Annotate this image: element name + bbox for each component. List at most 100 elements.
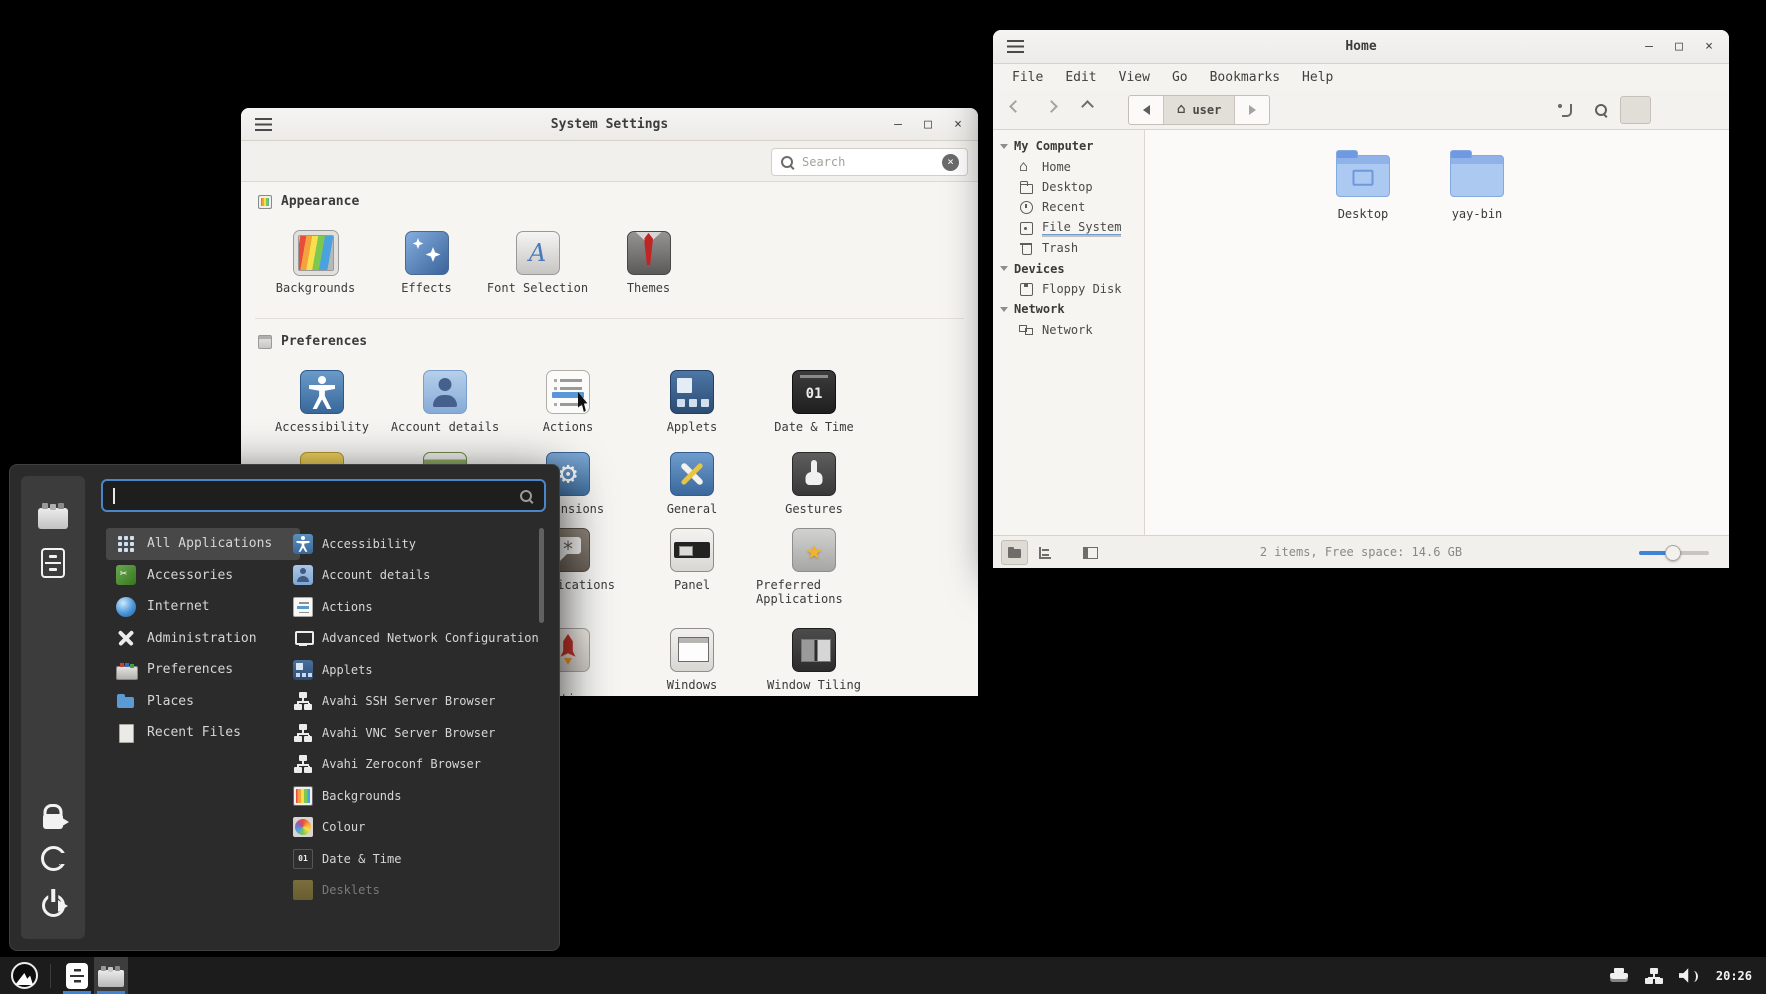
settings-category-item[interactable]: Applets bbox=[634, 370, 750, 434]
sidebar-item[interactable]: Desktop bbox=[993, 177, 1144, 197]
search-button[interactable] bbox=[1585, 96, 1616, 124]
zoom-slider-knob[interactable] bbox=[1665, 545, 1681, 561]
window-control-button[interactable]: – bbox=[890, 117, 906, 132]
menubar-item[interactable]: Bookmarks bbox=[1199, 64, 1291, 90]
settings-window-title: System Settings bbox=[241, 117, 978, 132]
menu-app-item[interactable]: Desklets bbox=[293, 875, 539, 907]
tray-icon[interactable] bbox=[1644, 967, 1664, 985]
text-cursor bbox=[113, 488, 115, 504]
window-control-button[interactable]: – bbox=[1641, 39, 1657, 54]
hamburger-menu-icon[interactable] bbox=[1007, 40, 1024, 53]
sidebar-item[interactable]: Network bbox=[993, 299, 1144, 319]
settings-category-item[interactable]: Font Selection bbox=[482, 231, 593, 295]
clear-search-icon[interactable]: × bbox=[942, 154, 959, 171]
breadcrumb-right-icon[interactable] bbox=[1235, 96, 1269, 124]
menu-app-item[interactable]: Avahi VNC Server Browser bbox=[293, 717, 539, 749]
menu-search-input[interactable] bbox=[101, 479, 546, 512]
app-label: Avahi Zeroconf Browser bbox=[322, 757, 481, 771]
menubar-item[interactable]: Go bbox=[1161, 64, 1199, 90]
hamburger-menu-icon[interactable] bbox=[255, 118, 272, 131]
breadcrumb-left-icon[interactable] bbox=[1129, 96, 1163, 124]
session-button-icon[interactable] bbox=[42, 894, 65, 917]
settings-category-item[interactable]: Windows bbox=[634, 628, 750, 692]
menu-applications: Accessibility Account details Actions Ad… bbox=[293, 528, 539, 906]
sidebar-item-label: Devices bbox=[1014, 262, 1065, 276]
settings-category-item[interactable]: Backgrounds bbox=[260, 231, 371, 295]
window-control-button[interactable]: × bbox=[950, 117, 966, 132]
files-content-area[interactable]: Desktop yay-bin bbox=[1145, 130, 1729, 535]
settings-category-item[interactable]: Gestures bbox=[756, 452, 872, 516]
settings-category-item[interactable]: Actions bbox=[510, 370, 626, 434]
list-view-button[interactable] bbox=[1655, 96, 1686, 124]
settings-category-item[interactable]: Account details bbox=[387, 370, 503, 434]
settings-category-item[interactable]: Preferred Applications bbox=[756, 528, 872, 606]
menu-category-item[interactable]: Internet bbox=[106, 591, 300, 623]
clock[interactable]: 20:26 bbox=[1716, 969, 1752, 983]
back-button[interactable] bbox=[1011, 100, 1020, 114]
menubar-item[interactable]: View bbox=[1108, 64, 1161, 90]
menu-app-item[interactable]: Account details bbox=[293, 560, 539, 592]
window-control-button[interactable]: □ bbox=[1671, 39, 1687, 54]
taskbar-app-button[interactable] bbox=[60, 957, 94, 994]
sidebar-item[interactable]: Recent bbox=[993, 197, 1144, 217]
menu-category-item[interactable]: Recent Files bbox=[106, 717, 300, 749]
favorite-app-icon[interactable] bbox=[41, 548, 65, 578]
menu-app-item[interactable]: Accessibility bbox=[293, 528, 539, 560]
menu-app-item[interactable]: Colour bbox=[293, 812, 539, 844]
application-menu: All Applications Accessories Internet Ad… bbox=[9, 464, 560, 951]
menu-app-item[interactable]: Backgrounds bbox=[293, 780, 539, 812]
sidebar-item[interactable]: My Computer bbox=[993, 136, 1144, 156]
session-button-icon[interactable] bbox=[41, 846, 66, 871]
menu-app-item[interactable]: Advanced Network Configuration bbox=[293, 623, 539, 655]
menu-app-item[interactable]: Date & Time bbox=[293, 843, 539, 875]
file-item[interactable]: yay-bin bbox=[1432, 150, 1522, 221]
menubar-item[interactable]: Edit bbox=[1054, 64, 1107, 90]
settings-category-item[interactable]: Themes bbox=[593, 231, 704, 295]
app-icon bbox=[293, 660, 313, 680]
window-control-button[interactable]: × bbox=[1701, 39, 1717, 54]
settings-category-item[interactable]: Panel bbox=[634, 528, 750, 592]
menu-app-item[interactable]: Avahi Zeroconf Browser bbox=[293, 749, 539, 781]
file-item[interactable]: Desktop bbox=[1318, 150, 1408, 221]
tray-icon[interactable] bbox=[1679, 967, 1699, 985]
sidebar-item[interactable]: Floppy Disk bbox=[993, 279, 1144, 299]
sidebar-item[interactable]: Home bbox=[993, 156, 1144, 176]
icon-view-button[interactable] bbox=[1620, 96, 1651, 124]
menu-app-item[interactable]: Applets bbox=[293, 654, 539, 686]
menu-category-item[interactable]: Administration bbox=[106, 623, 300, 655]
settings-titlebar[interactable]: System Settings –□ × bbox=[241, 108, 978, 141]
menu-category-item[interactable]: Preferences bbox=[106, 654, 300, 686]
settings-search-input[interactable]: Search × bbox=[771, 148, 968, 176]
settings-category-item[interactable]: General bbox=[634, 452, 750, 516]
menu-button[interactable] bbox=[11, 962, 38, 989]
menu-app-item[interactable]: Avahi SSH Server Browser bbox=[293, 686, 539, 718]
menubar-item[interactable]: File bbox=[1001, 64, 1054, 90]
session-button-icon[interactable] bbox=[43, 814, 63, 829]
settings-category-item[interactable]: Window Tiling bbox=[756, 628, 872, 692]
up-button[interactable] bbox=[1083, 100, 1092, 114]
settings-category-item[interactable]: Date & Time bbox=[756, 370, 872, 434]
compact-view-button[interactable] bbox=[1690, 96, 1721, 124]
menu-category-item[interactable]: Accessories bbox=[106, 560, 300, 592]
toggle-location-entry-button[interactable] bbox=[1550, 96, 1581, 124]
settings-category-item[interactable]: Accessibility bbox=[264, 370, 380, 434]
sidebar-item[interactable]: File System bbox=[993, 218, 1144, 238]
sidebar-item[interactable]: Network bbox=[993, 320, 1144, 340]
menu-category-item[interactable]: All Applications bbox=[106, 528, 300, 560]
menu-category-item[interactable]: Places bbox=[106, 686, 300, 718]
settings-category-item[interactable]: Effects bbox=[371, 231, 482, 295]
app-icon bbox=[293, 723, 313, 743]
zoom-slider[interactable] bbox=[1639, 551, 1709, 555]
menubar-item[interactable]: Help bbox=[1291, 64, 1344, 90]
menu-scrollbar[interactable] bbox=[539, 528, 544, 623]
forward-button[interactable] bbox=[1047, 100, 1056, 114]
files-titlebar[interactable]: Home –□× bbox=[993, 30, 1729, 64]
breadcrumb-segment-user[interactable]: ⌂ user bbox=[1163, 96, 1235, 124]
taskbar-app-button[interactable] bbox=[94, 957, 128, 994]
sidebar-item[interactable]: Devices bbox=[993, 258, 1144, 278]
tray-icon[interactable] bbox=[1609, 967, 1629, 985]
favorite-app-icon[interactable] bbox=[38, 508, 68, 529]
window-control-button[interactable]: □ bbox=[920, 117, 936, 132]
menu-app-item[interactable]: Actions bbox=[293, 591, 539, 623]
sidebar-item[interactable]: Trash bbox=[993, 238, 1144, 258]
